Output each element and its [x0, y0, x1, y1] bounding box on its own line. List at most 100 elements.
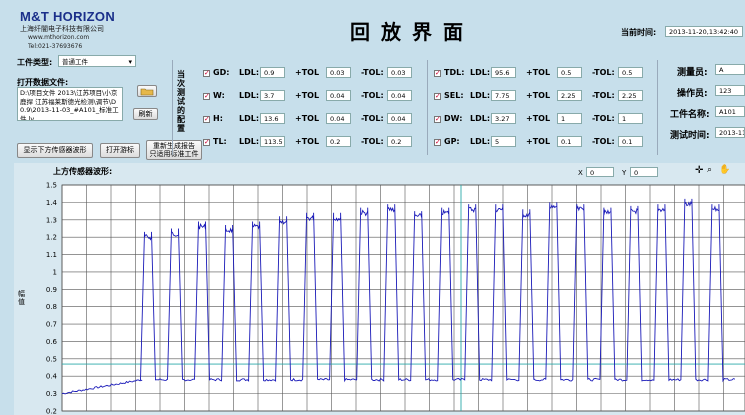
- chart-title: 上方传感器波形:: [53, 167, 113, 176]
- company-name: 上海纤闇电子科技有限公司: [20, 25, 104, 33]
- ldl-label: LDL:: [470, 68, 491, 77]
- cursor-toggle-button[interactable]: 打开游标: [100, 143, 140, 158]
- pan-hand-icon[interactable]: ✋: [719, 165, 730, 175]
- config-param-name: GD:: [213, 68, 230, 77]
- open-folder-button[interactable]: [137, 85, 157, 97]
- minus-tol-field[interactable]: 0.03: [387, 67, 412, 78]
- folder-icon: [140, 88, 154, 96]
- regenerate-report-button[interactable]: 重新生成报告 只适用标准工件: [146, 140, 202, 160]
- workpiece-type-value: 普通工件: [62, 58, 88, 66]
- plus-tol-label: +TOL: [526, 137, 551, 146]
- ldl-label: LDL:: [470, 137, 491, 146]
- divider: [427, 60, 428, 155]
- plus-tol-label: +TOL: [526, 91, 551, 100]
- config-checkbox[interactable]: ✓: [203, 70, 210, 77]
- plus-tol-field[interactable]: 0.04: [326, 90, 351, 101]
- company-website: www.mthorizon.com: [28, 34, 90, 41]
- plus-tol-field[interactable]: 0.5: [557, 67, 582, 78]
- chevron-down-icon: ▾: [128, 58, 132, 66]
- minus-tol-field[interactable]: 1: [618, 113, 643, 124]
- current-time-field[interactable]: 2013-11-20,13:42:40: [665, 26, 743, 37]
- plus-tol-field[interactable]: 0.2: [326, 136, 351, 147]
- file-path-field[interactable]: D:\项目文件 2013\江苏项目\小京鹿捍 江苏福莱斯德光检测\调节\D0.9…: [17, 87, 123, 121]
- zoom-icon[interactable]: ⌕: [707, 165, 712, 175]
- test-time-label: 测试时间:: [670, 131, 710, 141]
- page-title: 回放界面: [350, 20, 474, 44]
- waveform-chart[interactable]: 1.5 1.4 1.3 1.2 1.1 1 0.9 0.8 0.7 0.6 0.5 0.4 0.3 0.2: [14, 163, 745, 415]
- minus-tol-field[interactable]: 0.04: [387, 113, 412, 124]
- refresh-button[interactable]: 刷新: [133, 108, 158, 120]
- divider: [657, 60, 658, 155]
- waveform-plot[interactable]: 1.5 1.4 1.3 1.2 1.1 1 0.9 0.8 0.7 0.6 0.5 0.4 0.3 0.2: [14, 163, 745, 415]
- workpiece-type-label: 工件类型:: [17, 58, 53, 67]
- inspector-field[interactable]: A: [715, 64, 745, 75]
- ldl-field[interactable]: 95.6: [491, 67, 516, 78]
- plus-tol-field[interactable]: 2.25: [557, 90, 582, 101]
- y-tick-label: 1.2: [46, 234, 57, 242]
- ldl-field[interactable]: 5: [491, 136, 516, 147]
- config-checkbox[interactable]: ✓: [434, 116, 441, 123]
- config-checkbox[interactable]: ✓: [203, 116, 210, 123]
- minus-tol-label: -TOL:: [592, 137, 615, 146]
- ldl-field[interactable]: 113.5: [260, 136, 285, 147]
- config-checkbox[interactable]: ✓: [203, 139, 210, 146]
- config-param-name: TL:: [213, 137, 227, 146]
- show-upper-sensor-button[interactable]: 显示下方传感器波形: [17, 143, 93, 158]
- config-checkbox[interactable]: ✓: [434, 70, 441, 77]
- workpiece-type-select[interactable]: 普通工件 ▾: [58, 55, 136, 67]
- plus-tol-field[interactable]: 0.03: [326, 67, 351, 78]
- minus-tol-field[interactable]: 0.5: [618, 67, 643, 78]
- cursor-x-field[interactable]: 0: [586, 167, 614, 177]
- minus-tol-field[interactable]: 0.1: [618, 136, 643, 147]
- ldl-field[interactable]: 7.75: [491, 90, 516, 101]
- plus-tol-field[interactable]: 0.04: [326, 113, 351, 124]
- crosshair-icon[interactable]: ✛: [695, 165, 703, 176]
- plot-area: [61, 184, 745, 412]
- plus-tol-label: +TOL: [526, 68, 551, 77]
- config-param-name: DW:: [444, 114, 463, 123]
- y-tick-label: 0.7: [46, 321, 57, 329]
- plus-tol-field[interactable]: 0.1: [557, 136, 582, 147]
- y-tick-label: 0.8: [46, 303, 57, 311]
- plus-tol-field[interactable]: 1: [557, 113, 582, 124]
- y-tick-label: 0.9: [46, 286, 57, 294]
- cursor-x-label: X: [578, 169, 583, 177]
- y-tick-label: 1.1: [46, 251, 57, 259]
- ldl-label: LDL:: [470, 114, 491, 123]
- y-tick-label: 1.4: [46, 199, 58, 207]
- minus-tol-label: -TOL:: [592, 114, 615, 123]
- ldl-field[interactable]: 13.6: [260, 113, 285, 124]
- config-checkbox[interactable]: ✓: [203, 93, 210, 100]
- y-tick-label: 0.4: [46, 373, 58, 381]
- ldl-field[interactable]: 0.9: [260, 67, 285, 78]
- current-time-label: 当前时间:: [621, 28, 657, 37]
- company-logo: M&T HORIZON: [20, 9, 116, 24]
- y-tick-label: 1.5: [46, 182, 57, 190]
- ldl-label: LDL:: [239, 114, 260, 123]
- operator-field[interactable]: 123: [715, 85, 745, 96]
- cursor-y-field[interactable]: 0: [630, 167, 658, 177]
- config-checkbox[interactable]: ✓: [434, 139, 441, 146]
- minus-tol-label: -TOL:: [361, 91, 384, 100]
- ldl-field[interactable]: 3.27: [491, 113, 516, 124]
- ldl-label: LDL:: [239, 68, 260, 77]
- minus-tol-field[interactable]: 0.2: [387, 136, 412, 147]
- config-param-name: SEL:: [444, 91, 464, 100]
- plus-tol-label: +TOL: [526, 114, 551, 123]
- minus-tol-label: -TOL:: [361, 114, 384, 123]
- company-phone: Tel:021-37693676: [28, 43, 83, 50]
- workpiece-name-label: 工件名称:: [670, 110, 710, 120]
- plus-tol-label: +TOL: [295, 91, 320, 100]
- inspector-label: 测量员:: [677, 68, 708, 78]
- ldl-field[interactable]: 3.7: [260, 90, 285, 101]
- config-checkbox[interactable]: ✓: [434, 93, 441, 100]
- y-tick-label: 0.2: [46, 408, 57, 415]
- y-tick-label: 0.6: [46, 338, 58, 346]
- ldl-label: LDL:: [470, 91, 491, 100]
- workpiece-name-field[interactable]: A101: [715, 106, 745, 117]
- minus-tol-field[interactable]: 2.25: [618, 90, 643, 101]
- minus-tol-field[interactable]: 0.04: [387, 90, 412, 101]
- test-time-field[interactable]: 2013-11-: [715, 127, 745, 138]
- config-param-name: H:: [213, 114, 223, 123]
- minus-tol-label: -TOL:: [592, 68, 615, 77]
